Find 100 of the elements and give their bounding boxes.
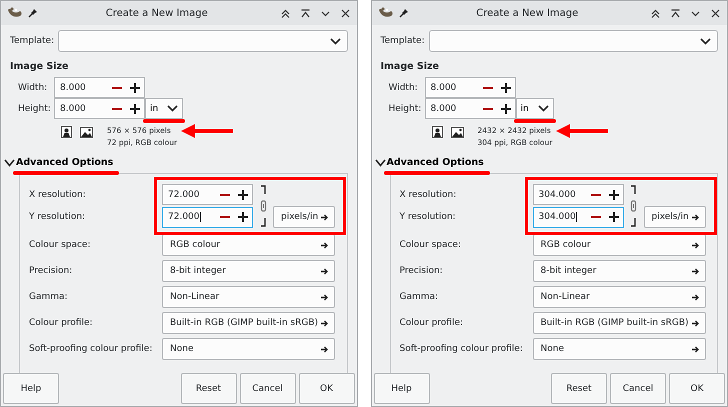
plus-icon (608, 188, 620, 200)
spin-field[interactable]: 8.000 (424, 77, 516, 98)
arrow-right-icon (690, 212, 700, 222)
select-button[interactable]: Non-Linear (532, 286, 706, 308)
field-label: X resolution: (29, 190, 87, 200)
input-field[interactable]: 304.000 (534, 212, 577, 222)
select-button[interactable]: None (532, 338, 706, 360)
dialog-button[interactable]: Help (3, 373, 59, 404)
select-button[interactable]: RGB colour (532, 234, 706, 256)
field-label: X resolution: (400, 190, 458, 200)
field-label: Gamma: (400, 292, 440, 302)
dialog-button[interactable]: Reset (180, 373, 236, 404)
landscape-icon[interactable] (80, 126, 93, 138)
arrow-right-icon (690, 344, 700, 354)
arrow-right-icon (320, 292, 329, 302)
spin-field[interactable]: 72.000 (162, 184, 253, 205)
chevron-down-icon (700, 38, 711, 44)
unit-button[interactable]: pixels/in (644, 206, 706, 228)
spin-field[interactable]: 304.000 (532, 206, 624, 228)
portrait-icon[interactable] (61, 126, 72, 138)
select-button[interactable]: 8-bit integer (532, 260, 706, 282)
spin-field[interactable]: 8.000 (54, 98, 145, 119)
dialog-button[interactable]: Cancel (240, 373, 296, 404)
field-label: Height: (388, 104, 422, 114)
section-expander[interactable]: Advanced Options (374, 157, 718, 168)
field-label: Gamma: (29, 292, 69, 302)
close-icon[interactable] (710, 8, 721, 18)
spin-field[interactable]: 8.000 (54, 77, 145, 98)
input-field[interactable]: 72.000 (163, 190, 216, 200)
field-label: Template: (10, 36, 54, 46)
arrow-right-icon (320, 240, 329, 250)
window-title: Create a New Image (475, 8, 580, 18)
chain-link-icon (629, 184, 638, 228)
field-label: Colour space: (29, 240, 92, 250)
chain-link-icon (258, 184, 268, 228)
keep-above-icon[interactable] (650, 8, 661, 18)
field-label: Precision: (400, 266, 444, 276)
close-icon[interactable] (340, 8, 350, 18)
spin-field[interactable]: 304.000 (532, 184, 624, 205)
dialog-button[interactable]: Cancel (610, 373, 666, 404)
pin-icon[interactable] (398, 8, 408, 18)
chevron-down-icon (330, 38, 340, 44)
plus-icon (500, 82, 512, 94)
dialog-button[interactable]: OK (298, 373, 354, 404)
dialog-button[interactable]: Help (374, 373, 430, 404)
select-button[interactable]: RGB colour (162, 234, 335, 256)
input-field[interactable]: 72.000 (163, 212, 200, 222)
arrow-right-icon (320, 344, 329, 354)
plus-icon (500, 102, 512, 114)
input-field[interactable]: 8.000 (426, 104, 478, 114)
input-field[interactable]: 8.000 (426, 82, 478, 92)
unit-dropdown[interactable]: in (145, 98, 183, 119)
dialog-button[interactable]: OK (669, 373, 725, 404)
maximize-icon[interactable] (670, 8, 681, 18)
keep-above-icon[interactable] (280, 8, 290, 18)
arrow-right-icon (320, 212, 329, 222)
arrow-right-icon (320, 318, 329, 328)
plus-icon (608, 211, 620, 223)
maximize-icon[interactable] (300, 8, 310, 18)
chevron-down-icon (167, 105, 178, 112)
plus-icon (237, 188, 249, 200)
dialog-button[interactable]: Reset (551, 373, 607, 404)
annotation-arrow (181, 124, 234, 138)
section-expander[interactable]: Advanced Options (4, 157, 348, 168)
chevron-down-icon (374, 158, 386, 166)
arrow-right-icon (320, 266, 329, 276)
field-label: Width: (388, 82, 419, 92)
field-label: Height: (17, 104, 52, 114)
field-label: Soft-proofing colour profile: (29, 344, 154, 354)
input-field[interactable]: 8.000 (55, 104, 108, 114)
chevron-down-icon (4, 158, 15, 166)
section-heading: Image Size (380, 61, 440, 72)
unit-dropdown[interactable]: in (516, 98, 554, 119)
field-label: Colour profile: (400, 318, 464, 328)
portrait-icon[interactable] (432, 126, 442, 138)
select-button[interactable]: None (162, 338, 335, 360)
select-button[interactable]: 8-bit integer (162, 260, 335, 282)
pin-icon[interactable] (28, 8, 38, 18)
field-label: Template: (380, 36, 425, 46)
input-field[interactable]: 8.000 (55, 82, 108, 92)
plus-icon (129, 82, 141, 94)
annotation-arrow (556, 124, 608, 138)
select-button[interactable]: Built-in RGB (GIMP built-in sRGB) (532, 312, 706, 334)
field-label: Colour profile: (29, 318, 94, 328)
annotation-underline (514, 119, 556, 123)
spin-field[interactable]: 72.000 (162, 206, 253, 228)
chevron-down-icon (538, 105, 548, 112)
spin-field[interactable]: 8.000 (424, 98, 516, 119)
arrow-right-icon (690, 266, 700, 276)
select-button[interactable]: Built-in RGB (GIMP built-in sRGB) (162, 312, 335, 334)
select-button[interactable]: Non-Linear (162, 286, 335, 308)
input-field[interactable]: 304.000 (534, 190, 586, 200)
landscape-icon[interactable] (450, 126, 464, 138)
arrow-right-icon (690, 292, 700, 302)
app-logo-icon (7, 7, 23, 19)
plus-icon (237, 211, 249, 223)
window-title: Create a New Image (104, 8, 209, 18)
plus-icon (129, 102, 141, 114)
arrow-right-icon (690, 240, 700, 250)
unit-button[interactable]: pixels/in (273, 206, 335, 228)
